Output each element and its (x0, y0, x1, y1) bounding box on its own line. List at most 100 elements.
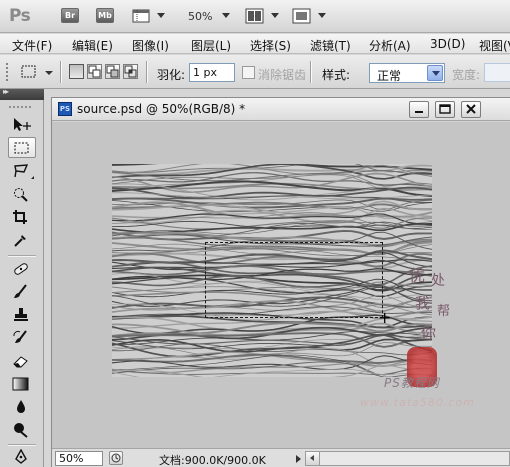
menu-image[interactable]: 图像(I) (132, 37, 169, 54)
horizontal-scrollbar[interactable] (305, 451, 510, 466)
subtract-from-selection-button[interactable] (105, 64, 120, 79)
watermark-char: 优 (409, 266, 426, 285)
crop-tool-icon (13, 210, 27, 224)
document-title-bar[interactable]: PS source.psd @ 50%(RGB/8) * (52, 98, 510, 121)
stamp-icon (14, 308, 28, 321)
bandage-icon (14, 263, 28, 275)
width-label: 宽度: (452, 68, 481, 82)
crosshair-cursor-icon: + (378, 308, 392, 327)
history-brush-tool[interactable] (8, 327, 36, 348)
chevron-down-icon[interactable] (427, 65, 443, 81)
maximize-icon (439, 104, 451, 114)
antialias-checkbox[interactable] (242, 66, 255, 79)
tools-panel-grip[interactable] (8, 105, 32, 109)
tool-preset-chevron-icon[interactable] (45, 71, 53, 75)
photoshop-logo: Ps (9, 6, 31, 26)
bridge-button[interactable]: Br (61, 8, 79, 23)
document-title: source.psd @ 50%(RGB/8) * (77, 102, 246, 116)
arrange-documents-icon (245, 8, 264, 24)
marquee-selection[interactable] (205, 242, 383, 318)
menu-select[interactable]: 选择(S) (250, 37, 291, 54)
screen-mode-button[interactable] (292, 8, 312, 24)
arrange-chevron-icon[interactable] (271, 13, 279, 18)
gradient-icon (12, 377, 29, 391)
spot-healing-brush-tool[interactable] (8, 258, 36, 279)
menu-edit[interactable]: 编辑(E) (72, 37, 113, 54)
zoom-level[interactable]: 50% (188, 10, 212, 23)
status-menu-arrow-icon[interactable] (296, 455, 301, 463)
document-window: PS source.psd @ 50%(RGB/8) * + 优 处 我 帮 你… (51, 97, 510, 467)
document-size-info: 文档:900.0K/900.0K (159, 454, 266, 467)
watermark-char: 你 (421, 324, 437, 342)
clone-stamp-tool[interactable] (8, 304, 36, 325)
lasso-tool[interactable] (8, 160, 36, 181)
menu-3d[interactable]: 3D(D) (430, 37, 465, 51)
width-input[interactable] (484, 63, 510, 82)
fiber-line (111, 338, 433, 353)
minimize-icon (415, 111, 423, 113)
watermark-text: PS教程网 (384, 376, 440, 390)
menu-view[interactable]: 视图(V) (479, 37, 510, 54)
dodge-tool[interactable] (8, 419, 36, 440)
tool-preset-picker[interactable] (20, 64, 38, 83)
zoom-chevron-icon[interactable] (222, 13, 230, 18)
mini-bridge-button[interactable]: Mb (96, 8, 114, 23)
watermark-calligraphy: 优 处 我 帮 你 (407, 262, 457, 352)
intersect-selection-icon (124, 65, 137, 78)
move-tool-icon (14, 118, 31, 131)
canvas-area[interactable]: + 优 处 我 帮 你 PS教程网 www.tata580.com (52, 122, 510, 448)
watermark-url: www.tata580.com (360, 396, 475, 409)
water-drop-icon (17, 400, 25, 413)
feather-input[interactable]: 1 px (189, 63, 235, 82)
close-button[interactable] (461, 101, 481, 118)
intersect-selection-button[interactable] (123, 64, 138, 79)
minimize-button[interactable] (409, 101, 429, 118)
zoom-input[interactable]: 50% (55, 451, 103, 466)
eyedropper-icon (14, 235, 26, 247)
crop-tool[interactable] (8, 206, 36, 227)
watermark-char: 我 (415, 294, 431, 312)
divider (310, 61, 311, 83)
style-select-value: 正常 (377, 69, 402, 83)
application-bar: Ps Br Mb 50% (0, 0, 510, 33)
tool-flyout-indicator (31, 176, 34, 179)
marquee-preset-icon (21, 65, 36, 78)
history-brush-icon (13, 330, 27, 343)
add-to-selection-button[interactable] (87, 64, 102, 79)
eraser-tool[interactable] (8, 350, 36, 371)
view-extras-button[interactable] (132, 8, 152, 24)
gradient-tool[interactable] (8, 373, 36, 394)
brush-tool[interactable] (8, 281, 36, 302)
quick-selection-tool[interactable] (8, 183, 36, 204)
watermark-char: 帮 (437, 304, 451, 319)
menu-analysis[interactable]: 分析(A) (369, 37, 411, 54)
menu-bar: 文件(F) 编辑(E) 图像(I) 图层(L) 选择(S) 滤镜(T) 分析(A… (0, 34, 510, 54)
eyedropper-tool[interactable] (8, 229, 36, 250)
menu-file[interactable]: 文件(F) (12, 37, 52, 54)
view-extras-icon (132, 9, 150, 23)
marquee-tool-icon (14, 142, 29, 154)
status-info-icon[interactable] (109, 451, 123, 465)
move-tool[interactable] (8, 114, 36, 135)
divider (60, 61, 61, 83)
lasso-tool-icon (14, 164, 29, 178)
style-select[interactable]: 正常 (369, 63, 445, 83)
quick-selection-icon (14, 188, 28, 202)
rectangular-marquee-tool[interactable] (8, 137, 36, 158)
pen-tool[interactable] (8, 446, 36, 467)
new-selection-button[interactable] (69, 64, 84, 79)
screen-mode-icon (292, 8, 311, 24)
close-icon (466, 104, 476, 114)
blur-tool[interactable] (8, 396, 36, 417)
scroll-left-icon[interactable] (306, 452, 320, 465)
maximize-button[interactable] (435, 101, 455, 118)
feather-label: 羽化: (157, 68, 186, 82)
options-bar-grip[interactable] (5, 62, 9, 82)
screen-mode-chevron-icon[interactable] (318, 13, 326, 18)
view-extras-chevron-icon[interactable] (157, 13, 165, 18)
menu-filter[interactable]: 滤镜(T) (310, 37, 351, 54)
tools-panel-header[interactable] (0, 87, 44, 100)
arrange-documents-button[interactable] (245, 8, 265, 24)
divider (8, 444, 36, 445)
menu-layer[interactable]: 图层(L) (191, 37, 231, 54)
